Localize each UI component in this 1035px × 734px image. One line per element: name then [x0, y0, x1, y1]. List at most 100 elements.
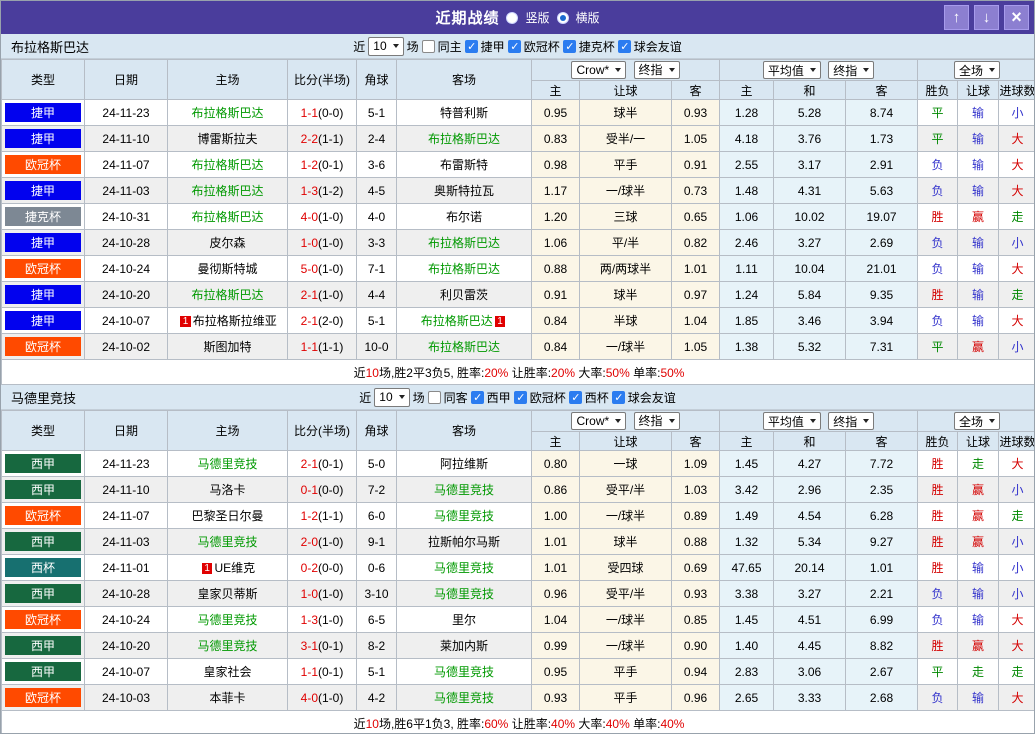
score: 1-3(1-0): [287, 606, 357, 633]
handicap-result: 输: [957, 606, 1000, 633]
avg-home-odds: 47.65: [719, 554, 775, 581]
halftime-score: (1-0): [318, 612, 344, 627]
team1-odds-final-select[interactable]: 终指: [633, 60, 680, 79]
team2-match-count-select[interactable]: 10: [374, 387, 410, 407]
league-badge: 捷甲: [5, 233, 81, 252]
col-date: 日期: [84, 410, 168, 451]
handicap-result: 输: [957, 151, 1000, 178]
corner-score: 0-6: [356, 554, 397, 581]
home-odds: 1.20: [531, 203, 580, 230]
halftime-score: (1-0): [318, 586, 344, 601]
away-odds: 1.03: [670, 476, 721, 503]
team1-league1-checkbox[interactable]: [464, 39, 478, 53]
halftime-score: (1-2): [318, 183, 344, 198]
handicap-result: 走: [957, 658, 1000, 685]
team2-average-final-select[interactable]: 终指: [828, 412, 875, 430]
corner-score: 5-1: [356, 99, 397, 126]
halftime-score: (0-0): [318, 560, 344, 575]
goals-result: 走: [998, 658, 1034, 685]
team1-average-final-select[interactable]: 终指: [828, 61, 875, 79]
winlose-result: 平: [917, 99, 959, 126]
col-goals: 进球数: [998, 80, 1034, 100]
vertical-layout-radio[interactable]: [506, 11, 519, 24]
team1-league4-checkbox[interactable]: [617, 39, 631, 53]
away-odds: 0.82: [670, 229, 721, 256]
team1-summary-line: 近10场,胜2平3负5, 胜率:20% 让胜率:20% 大率:50% 单率:50…: [1, 359, 1034, 385]
col-odds-away: 客: [670, 431, 721, 451]
handicap-line: 一球: [579, 450, 672, 477]
col-avg-home: 主: [719, 80, 775, 100]
avg-draw-odds: 3.27: [773, 580, 847, 607]
team1-league2-checkbox[interactable]: [507, 39, 521, 53]
table-row: 欧冠杯 24-11-07 巴黎圣日尔曼 1-2(1-1) 6-0 马德里竞技 1…: [1, 502, 1034, 529]
team1-same-venue-checkbox[interactable]: [421, 39, 435, 53]
away-odds: 1.01: [670, 255, 721, 282]
table-row: 西甲 24-11-23 马德里竞技 2-1(0-1) 5-0 阿拉维斯 0.80…: [1, 450, 1034, 477]
handicap-line: 两/两球半: [579, 255, 672, 282]
goals-result: 小: [998, 580, 1034, 607]
home-team: 马德里竞技: [197, 613, 258, 627]
avg-draw-odds: 20.14: [773, 554, 847, 581]
col-odds-away: 客: [670, 80, 721, 100]
away-odds: 0.96: [670, 684, 721, 711]
chevron-down-icon: [989, 68, 996, 72]
match-date: 24-10-28: [84, 229, 168, 256]
fulltime-score: 2-2: [300, 131, 318, 146]
match-date: 24-11-07: [84, 151, 168, 178]
halftime-score: (1-1): [318, 131, 344, 146]
avg-home-odds: 1.40: [719, 632, 775, 659]
team1-name: 布拉格斯巴达: [11, 39, 90, 55]
score: 1-1(0-1): [287, 658, 357, 685]
team1-fulltime-select[interactable]: 全场: [954, 61, 1001, 79]
close-button[interactable]: ×: [1004, 5, 1029, 30]
corner-score: 5-0: [356, 450, 397, 477]
avg-draw-odds: 2.96: [773, 476, 847, 503]
horizontal-layout-radio[interactable]: [556, 11, 569, 24]
move-up-button[interactable]: ↑: [944, 5, 969, 30]
halftime-score: (1-0): [318, 261, 344, 276]
away-odds: 0.85: [670, 606, 721, 633]
match-date: 24-10-02: [84, 333, 168, 360]
home-odds: 1.00: [531, 502, 580, 529]
team2-odds-company-select[interactable]: Crow*: [571, 412, 627, 431]
col-avg-away: 客: [845, 431, 919, 451]
home-odds: 1.06: [531, 229, 580, 256]
home-team: 博雷斯拉夫: [197, 132, 258, 146]
avg-draw-odds: 10.04: [773, 255, 847, 282]
fulltime-score: 1-2: [300, 508, 318, 523]
team2-league1-checkbox[interactable]: [470, 390, 484, 404]
goals-result: 大: [998, 151, 1034, 178]
avg-home-odds: 1.24: [719, 281, 775, 308]
winlose-result: 负: [917, 255, 959, 282]
match-date: 24-10-20: [84, 632, 168, 659]
team2-fulltime-select[interactable]: 全场: [954, 412, 1001, 430]
team1-odds-company-select[interactable]: Crow*: [571, 61, 627, 80]
team2-average-select[interactable]: 平均值: [762, 412, 821, 430]
fulltime-score: 1-0: [300, 235, 318, 250]
team2-league2-checkbox[interactable]: [513, 390, 527, 404]
team2-odds-final-select[interactable]: 终指: [633, 411, 680, 430]
team2-same-venue-checkbox[interactable]: [427, 390, 441, 404]
table-row: 欧冠杯 24-10-02 斯图加特 1-1(1-1) 10-0 布拉格斯巴达 0…: [1, 333, 1034, 360]
team2-league3-checkbox[interactable]: [568, 390, 582, 404]
team2-league4-checkbox[interactable]: [611, 390, 625, 404]
handicap-result: 输: [957, 684, 1000, 711]
home-odds: 0.93: [531, 684, 580, 711]
goals-result: 小: [998, 229, 1034, 256]
winlose-result: 胜: [917, 528, 959, 555]
move-down-button[interactable]: ↓: [974, 5, 999, 30]
away-odds: 0.90: [670, 632, 721, 659]
handicap-line: 半球: [579, 307, 672, 334]
winlose-result: 负: [917, 229, 959, 256]
league-badge: 西甲: [5, 454, 81, 473]
away-team: 布拉格斯巴达: [427, 132, 500, 146]
team1-filter-bar: 布拉格斯巴达 近 10 场 同主 捷甲 欧冠杯 捷克杯 球会友谊: [1, 34, 1034, 59]
team1-match-count-select[interactable]: 10: [368, 36, 404, 56]
fulltime-score: 0-1: [300, 482, 318, 497]
team1-average-select[interactable]: 平均值: [762, 61, 821, 79]
col-type: 类型: [1, 410, 85, 451]
team1-league3-checkbox[interactable]: [562, 39, 576, 53]
goals-result: 小: [998, 99, 1034, 126]
halftime-score: (0-1): [318, 664, 344, 679]
handicap-result: 输: [957, 307, 1000, 334]
